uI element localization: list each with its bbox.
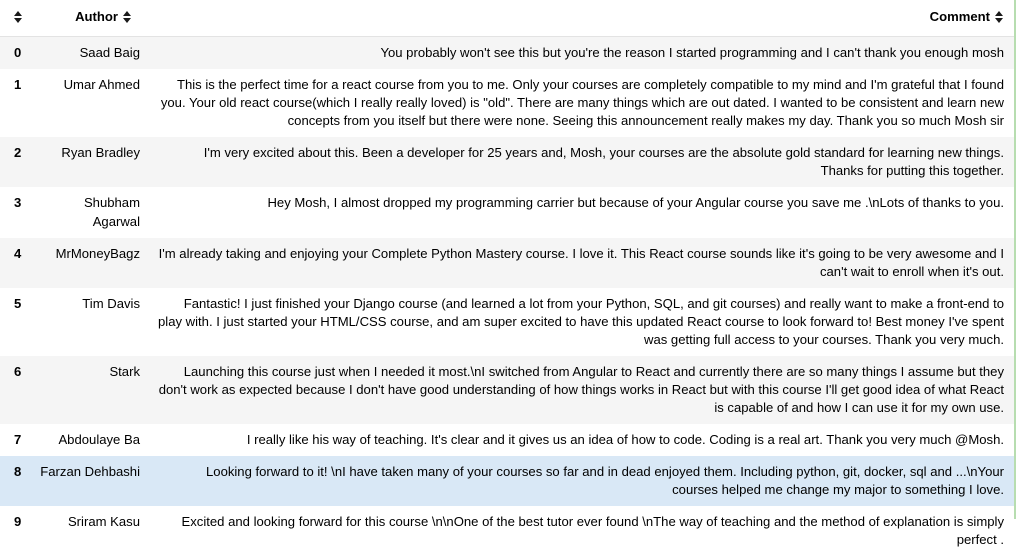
column-header-index[interactable] xyxy=(0,0,35,38)
cell-comment: Fantastic! I just finished your Django c… xyxy=(140,287,1014,356)
sort-updown-icon[interactable] xyxy=(123,11,132,23)
table-row[interactable]: 1 Umar Ahmed This is the perfect time for … xyxy=(0,69,1014,138)
table-header: Author Comment xyxy=(0,0,1014,38)
cell-index: 0 xyxy=(0,36,35,70)
cell-index: 1 xyxy=(0,69,35,138)
column-header-comment-label: Comment xyxy=(929,9,990,24)
cell-index: 9 xyxy=(0,506,35,556)
cell-author: MrMoneyBagz xyxy=(35,237,140,288)
cell-comment: Launching this course just when I needed… xyxy=(140,355,1014,425)
cell-author: Sriram Kasu xyxy=(35,506,140,556)
cell-comment: Looking forward to it! \nI have taken ma… xyxy=(140,456,1014,507)
cell-author: Stark xyxy=(35,355,140,425)
sort-updown-icon[interactable] xyxy=(14,11,23,23)
cell-author: Abdoulaye Ba xyxy=(35,424,140,457)
table-row[interactable]: 3 Shubham Agarwal Hey Mosh, I almost dropp… xyxy=(0,187,1014,238)
cell-author: Tim Davis xyxy=(35,287,140,356)
cell-index: 5 xyxy=(0,287,35,356)
sort-updown-icon[interactable] xyxy=(995,11,1004,23)
cell-comment: I'm very excited about this. Been a deve… xyxy=(140,137,1014,188)
table-header-row: Author Comment xyxy=(0,0,1014,38)
column-header-comment[interactable]: Comment xyxy=(140,0,1014,38)
cell-author: Shubham Agarwal xyxy=(35,187,140,238)
table-row[interactable]: 8 Farzan Dehbashi Looking forward to it! \… xyxy=(0,456,1014,507)
cell-comment: Hey Mosh, I almost dropped my programmin… xyxy=(140,187,1014,238)
table-row[interactable]: 9 Sriram Kasu Excited and looking forward … xyxy=(0,506,1014,556)
table-row[interactable]: 0 Saad Baig You probably won't see this bu… xyxy=(0,36,1014,70)
cell-comment: Excited and looking forward for this cou… xyxy=(140,506,1014,556)
cell-index: 7 xyxy=(0,424,35,457)
cell-author: Ryan Bradley xyxy=(35,137,140,188)
table-row[interactable]: 7 Abdoulaye Ba I really like his way of te… xyxy=(0,424,1014,457)
cell-index: 8 xyxy=(0,456,35,507)
table-row[interactable]: 4 MrMoneyBagz I'm already taking and enjoy… xyxy=(0,237,1014,288)
cell-author: Saad Baig xyxy=(35,36,140,70)
table-row[interactable]: 6 Stark Launching this course just when I … xyxy=(0,355,1014,425)
cell-comment: I really like his way of teaching. It's … xyxy=(140,424,1014,457)
cell-comment: I'm already taking and enjoying your Com… xyxy=(140,237,1014,288)
cell-index: 3 xyxy=(0,187,35,238)
table-body: 0 Saad Baig You probably won't see this bu… xyxy=(0,36,1014,556)
right-edge-rule xyxy=(1014,0,1016,519)
dataframe-viewport: Author Comment 0 Saad Baig You probably wo… xyxy=(0,0,1024,556)
column-header-author-label: Author xyxy=(75,9,118,24)
cell-comment: You probably won't see this but you're t… xyxy=(140,36,1014,70)
table-row[interactable]: 2 Ryan Bradley I'm very excited about this… xyxy=(0,137,1014,188)
cell-comment: This is the perfect time for a react cou… xyxy=(140,69,1014,138)
table-row[interactable]: 5 Tim Davis Fantastic! I just finished you… xyxy=(0,287,1014,356)
cell-author: Farzan Dehbashi xyxy=(35,456,140,507)
cell-index: 6 xyxy=(0,355,35,425)
cell-author: Umar Ahmed xyxy=(35,69,140,138)
comments-dataframe-table: Author Comment 0 Saad Baig You probably wo… xyxy=(0,0,1014,556)
cell-index: 4 xyxy=(0,237,35,288)
column-header-author[interactable]: Author xyxy=(35,0,140,38)
cell-index: 2 xyxy=(0,137,35,188)
